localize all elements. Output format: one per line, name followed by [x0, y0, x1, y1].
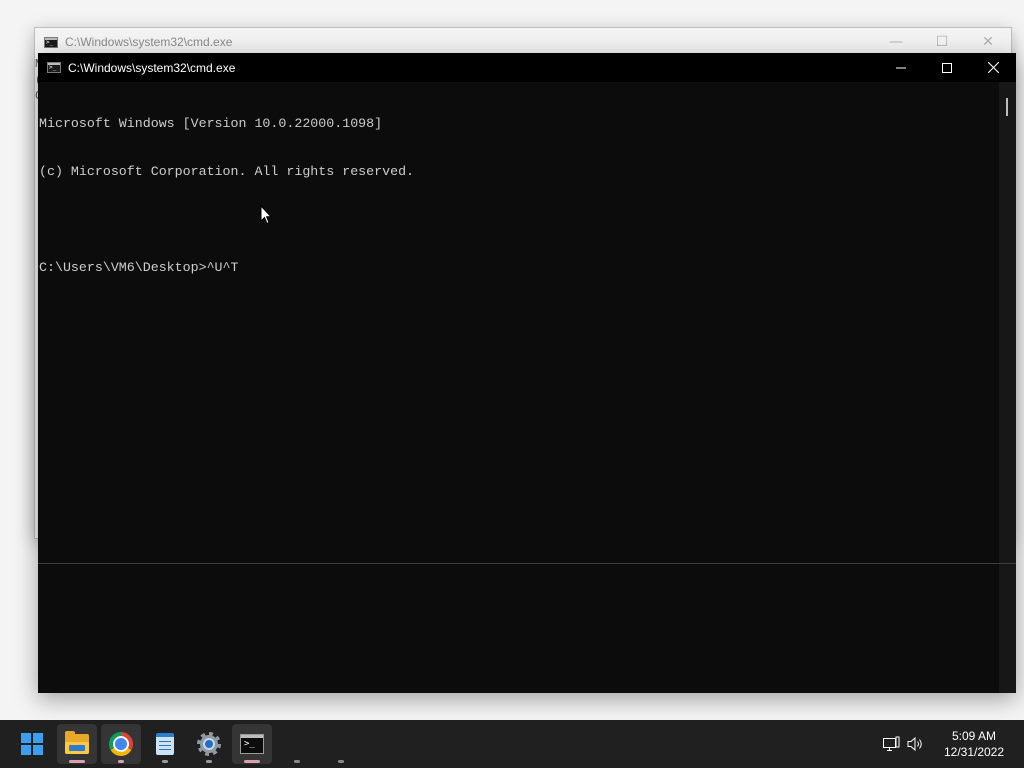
running-indicator: [338, 760, 344, 763]
system-tray: 5:09 AM 12/31/2022: [880, 720, 1024, 768]
console-output[interactable]: Microsoft Windows [Version 10.0.22000.10…: [38, 82, 998, 562]
running-indicator: [69, 760, 85, 763]
close-icon: [987, 62, 999, 73]
taskbar-notepad[interactable]: [145, 724, 185, 764]
clock-date: 12/31/2022: [943, 745, 1005, 759]
back-minimize-button[interactable]: —: [873, 28, 919, 56]
maximize-icon: [942, 62, 952, 73]
taskbar-file-explorer[interactable]: [57, 724, 97, 764]
taskbar-settings[interactable]: [189, 724, 229, 764]
start-button[interactable]: [12, 724, 52, 764]
running-indicator: [206, 760, 212, 763]
file-explorer-icon: [65, 731, 89, 754]
back-window-title: C:\Windows\system32\cmd.exe: [65, 35, 233, 49]
console-scrollbar[interactable]: [999, 82, 1016, 563]
lower-scrollbar-track[interactable]: [999, 564, 1016, 693]
cmd-app-icon: [44, 36, 58, 48]
volume-icon: [907, 736, 922, 752]
network-icon[interactable]: [880, 733, 902, 755]
back-close-button[interactable]: ✕: [965, 28, 1011, 56]
mouse-pointer-icon: [260, 205, 272, 225]
clock-time: 5:09 AM: [951, 729, 997, 743]
cmd-app-icon: [47, 62, 61, 73]
minimize-icon: [896, 67, 906, 68]
back-maximize-button[interactable]: ☐: [919, 28, 965, 56]
taskbar-command-prompt[interactable]: [232, 724, 272, 764]
taskbar-chrome[interactable]: [101, 724, 141, 764]
settings-gear-icon: [197, 732, 221, 756]
notepad-icon: [156, 733, 174, 755]
taskbar: 5:09 AM 12/31/2022: [0, 720, 1024, 768]
running-indicator: [294, 760, 300, 763]
volume-icon[interactable]: [905, 733, 927, 755]
console-line: (c) Microsoft Corporation. All rights re…: [39, 164, 415, 179]
start-icon: [21, 733, 43, 755]
network-icon: [883, 736, 900, 751]
console-lower-area[interactable]: [38, 564, 999, 693]
running-indicator: [244, 760, 260, 763]
scrollbar-thumb[interactable]: [1006, 98, 1008, 116]
back-window-titlebar[interactable]: C:\Windows\system32\cmd.exe — ☐ ✕: [35, 28, 1011, 56]
console-prompt-line: C:\Users\VM6\Desktop>^U^T: [39, 260, 239, 275]
front-window-title: C:\Windows\system32\cmd.exe: [68, 60, 236, 75]
console-line: Microsoft Windows [Version 10.0.22000.10…: [39, 116, 383, 131]
chrome-icon: [109, 732, 133, 756]
running-indicator: [162, 760, 168, 763]
front-window-titlebar[interactable]: C:\Windows\system32\cmd.exe: [38, 53, 1016, 82]
running-indicator: [118, 760, 124, 763]
command-prompt-icon: [240, 734, 264, 754]
taskbar-clock[interactable]: 5:09 AM 12/31/2022: [936, 728, 1012, 760]
front-cmd-window[interactable]: C:\Windows\system32\cmd.exe Microsoft Wi…: [38, 53, 1016, 693]
minimize-button[interactable]: [878, 53, 924, 82]
close-button[interactable]: [970, 53, 1016, 82]
maximize-button[interactable]: [924, 53, 970, 82]
